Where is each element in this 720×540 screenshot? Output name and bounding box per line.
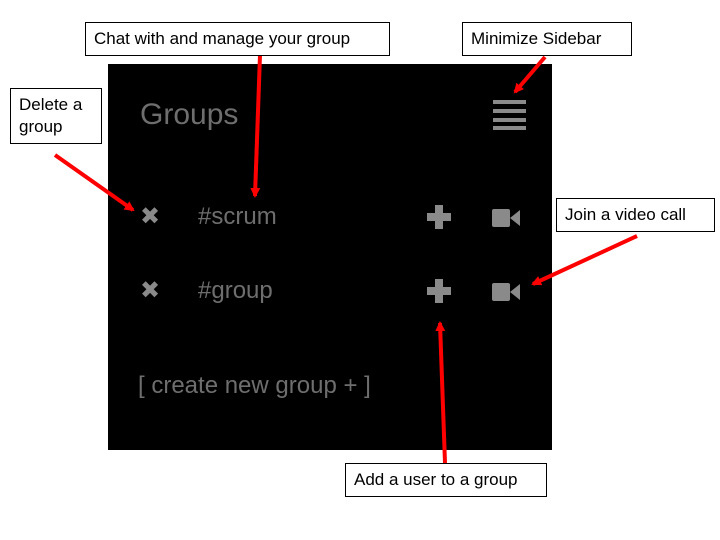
arrow-chat [250, 54, 262, 198]
callout-add-user: Add a user to a group [345, 463, 547, 497]
callout-chat: Chat with and manage your group [85, 22, 390, 56]
callout-delete: Delete a group [10, 88, 102, 144]
annotation-arrows [53, 54, 638, 464]
arrow-minimize [513, 55, 547, 94]
arrow-add-user [435, 321, 447, 464]
callout-minimize: Minimize Sidebar [462, 22, 632, 56]
arrow-delete [53, 153, 135, 212]
arrow-video [531, 234, 638, 286]
callout-video: Join a video call [556, 198, 715, 232]
